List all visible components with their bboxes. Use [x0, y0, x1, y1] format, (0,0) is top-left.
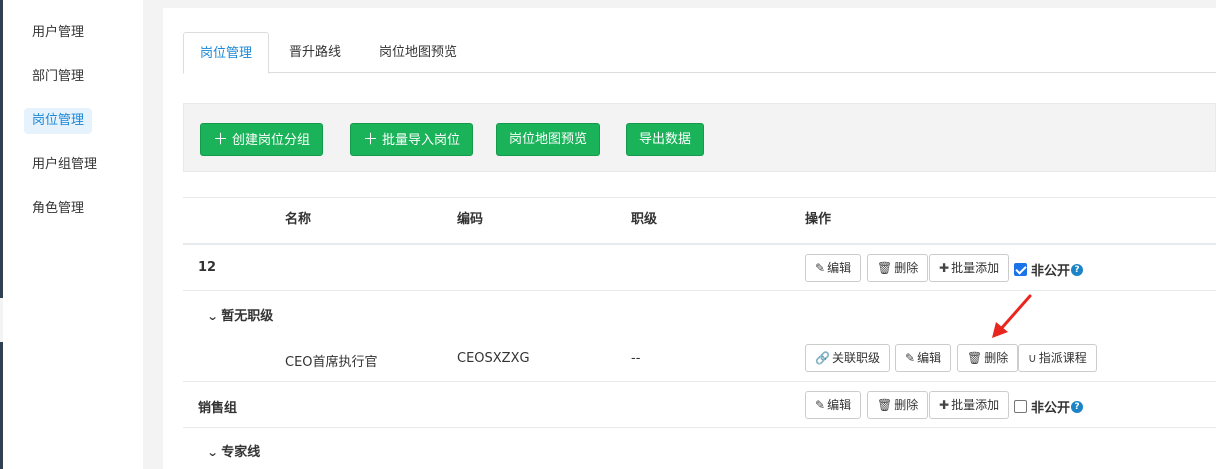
trash-icon: 🗑 — [877, 261, 893, 275]
batch-add-button[interactable]: ✚ 批量添加 — [929, 391, 1010, 419]
batch-add-button[interactable]: ✚ 批量添加 — [929, 254, 1010, 282]
trash-icon: 🗑 — [877, 398, 893, 412]
private-checkbox[interactable]: 非公开 ? — [1014, 397, 1084, 416]
link-icon: 🔗 — [815, 351, 830, 365]
table-header: 名称 编码 职级 操作 — [183, 197, 1216, 245]
edit-icon: ✎ — [905, 351, 916, 365]
subgroup-toggle[interactable]: ⌄ 暂无职级 — [206, 305, 274, 324]
sidebar-item-usergroup-management[interactable]: 用户组管理 — [24, 152, 105, 178]
chevron-down-icon: ⌄ — [206, 310, 219, 323]
position-table: 名称 编码 职级 操作 12 ✎ 编辑 🗑 删除 ✚ 批量添加 非公开 ? ⌄ … — [183, 197, 1216, 469]
position-name: CEO首席执行官 — [285, 355, 378, 370]
plus-icon: ＋ — [213, 130, 229, 148]
map-preview-button[interactable]: 岗位地图预览 — [496, 123, 601, 156]
delete-button[interactable]: 🗑 删除 — [867, 391, 929, 419]
delete-button[interactable]: 🗑 删除 — [957, 344, 1019, 372]
edit-icon: ✎ — [815, 398, 826, 412]
export-data-button[interactable]: 导出数据 — [626, 123, 705, 156]
sidebar-item-position-management[interactable]: 岗位管理 — [24, 108, 93, 134]
position-code: CEOSXZXG — [457, 351, 530, 366]
edit-button[interactable]: ✎ 编辑 — [805, 254, 862, 282]
subgroup-toggle[interactable]: ⌄ 专家线 — [206, 441, 261, 460]
sidebar-item-department-management[interactable]: 部门管理 — [24, 64, 92, 90]
sidebar-item-role-management[interactable]: 角色管理 — [24, 196, 92, 222]
checkbox-unchecked[interactable] — [1014, 400, 1027, 413]
tab-position-map-preview[interactable]: 岗位地图预览 — [363, 32, 473, 73]
table-row: 12 ✎ 编辑 🗑 删除 ✚ 批量添加 非公开 ? — [183, 245, 1216, 291]
annotation-arrow-icon — [992, 294, 1032, 338]
header-code: 编码 — [457, 212, 484, 227]
toolbar: ＋创建岗位分组 ＋批量导入岗位 岗位地图预览 导出数据 — [183, 103, 1216, 172]
sidebar-item-user-management[interactable]: 用户管理 — [24, 20, 92, 46]
checkbox-checked[interactable] — [1014, 263, 1027, 276]
group-name: 销售组 — [198, 401, 238, 416]
trash-icon: 🗑 — [967, 351, 983, 365]
header-level: 职级 — [631, 212, 658, 227]
header-name: 名称 — [285, 212, 312, 227]
position-level: -- — [631, 351, 641, 366]
batch-import-button[interactable]: ＋批量导入岗位 — [350, 123, 474, 156]
group-name: 12 — [198, 260, 217, 275]
create-group-button[interactable]: ＋创建岗位分组 — [200, 123, 324, 156]
chevron-down-icon: ⌄ — [206, 446, 219, 459]
table-row: 销售组 ✎ 编辑 🗑 删除 ✚ 批量添加 非公开 ? — [183, 382, 1216, 428]
table-row: ⌄ 专家线 — [183, 428, 1216, 469]
sidebar: 用户管理 部门管理 岗位管理 用户组管理 角色管理 — [3, 0, 143, 469]
private-checkbox[interactable]: 非公开 ? — [1014, 260, 1084, 279]
help-icon[interactable]: ? — [1071, 263, 1084, 276]
tab-bar: 岗位管理 晋升路线 岗位地图预览 — [183, 32, 1216, 74]
main-content: 岗位管理 晋升路线 岗位地图预览 ＋创建岗位分组 ＋批量导入岗位 岗位地图预览 … — [163, 8, 1216, 469]
tab-promotion-route[interactable]: 晋升路线 — [273, 32, 357, 73]
magnet-icon: ∪ — [1028, 351, 1037, 365]
plus-icon: ✚ — [939, 261, 950, 275]
table-row: ⌄ 暂无职级 CEO首席执行官 CEOSXZXG -- 🔗 关联职级 ✎ 编辑 🗑 删除… — [183, 291, 1216, 382]
link-level-button[interactable]: 🔗 关联职级 — [805, 344, 890, 372]
help-icon[interactable]: ? — [1071, 400, 1084, 413]
assign-course-button[interactable]: ∪ 指派课程 — [1018, 344, 1097, 372]
header-actions: 操作 — [805, 212, 832, 227]
edit-button[interactable]: ✎ 编辑 — [805, 391, 862, 419]
edit-button[interactable]: ✎ 编辑 — [895, 344, 952, 372]
tab-position-management[interactable]: 岗位管理 — [183, 32, 270, 74]
plus-icon: ＋ — [363, 130, 379, 148]
edit-icon: ✎ — [815, 261, 826, 275]
plus-icon: ✚ — [939, 398, 950, 412]
delete-button[interactable]: 🗑 删除 — [867, 254, 929, 282]
